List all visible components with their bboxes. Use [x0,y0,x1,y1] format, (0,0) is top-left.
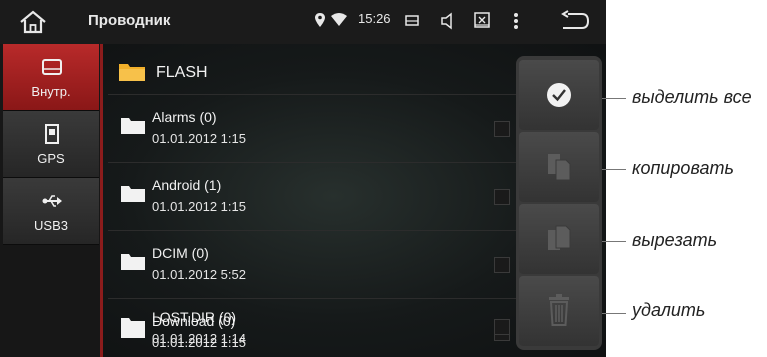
screen-icon[interactable] [405,14,419,28]
tab-label: Внутр. [31,84,71,99]
trash-icon [549,294,569,326]
select-checkbox[interactable] [494,189,510,205]
folder-icon [121,254,145,270]
list-item[interactable]: LOST.DIR (0) 01.01.2012 1:14 [108,298,516,354]
close-window-icon[interactable] [474,12,490,28]
callout-select-all: выделить все [632,87,752,107]
sd-card-icon [45,124,59,144]
menu-dots-icon[interactable] [513,12,519,30]
callout-copy: копировать [632,158,734,178]
home-icon[interactable] [16,8,50,36]
tab-gps[interactable]: GPS [3,111,99,178]
callout-cut: вырезать [632,230,718,250]
select-checkbox[interactable] [494,319,510,335]
file-name: Alarms (0) [152,109,217,125]
hdd-icon [42,59,62,75]
sidebar-divider [100,44,103,357]
folder-icon [121,318,145,334]
cut-button[interactable] [519,204,599,274]
app-title: Проводник [88,12,171,29]
list-item[interactable]: DCIM (0) 01.01.2012 5:52 [108,230,516,299]
file-date: 01.01.2012 1:15 [152,131,246,146]
copy-icon [548,154,571,181]
current-folder-name: FLASH [156,64,208,81]
tab-usb3[interactable]: USB3 [3,178,99,245]
file-date: 01.01.2012 1:15 [152,199,246,214]
list-item[interactable]: Alarms (0) 01.01.2012 1:15 [108,94,516,163]
tab-internal[interactable]: Внутр. [3,44,99,111]
wifi-icon [331,13,347,26]
folder-icon [121,118,145,134]
select-checkbox[interactable] [494,121,510,137]
select-checkbox[interactable] [494,257,510,273]
back-icon[interactable] [560,10,590,32]
file-name: LOST.DIR (0) [152,309,237,325]
checkmark-circle-icon [547,83,571,107]
delete-button[interactable] [519,276,599,346]
tab-label: USB3 [34,218,68,233]
file-name: Android (1) [152,177,222,193]
file-name: DCIM (0) [152,245,209,261]
tab-label: GPS [37,151,65,166]
select-all-button[interactable] [519,60,599,130]
callout-delete: удалить [632,300,706,320]
file-date: 01.01.2012 5:52 [152,267,246,282]
status-bar: Проводник 15:26 [0,0,606,44]
clock: 15:26 [358,11,391,26]
volume-icon[interactable] [440,12,456,30]
current-folder[interactable]: FLASH [108,54,508,94]
folder-icon [121,186,145,202]
folder-icon [119,64,145,81]
usb-icon [42,195,62,207]
file-date: 01.01.2012 1:14 [152,331,246,346]
copy-button[interactable] [519,132,599,202]
cut-icon [548,225,571,250]
list-item[interactable]: Android (1) 01.01.2012 1:15 [108,162,516,231]
action-panel [516,56,602,350]
storage-sidebar: Внутр. GPS USB3 [0,44,102,357]
location-icon [315,13,325,27]
